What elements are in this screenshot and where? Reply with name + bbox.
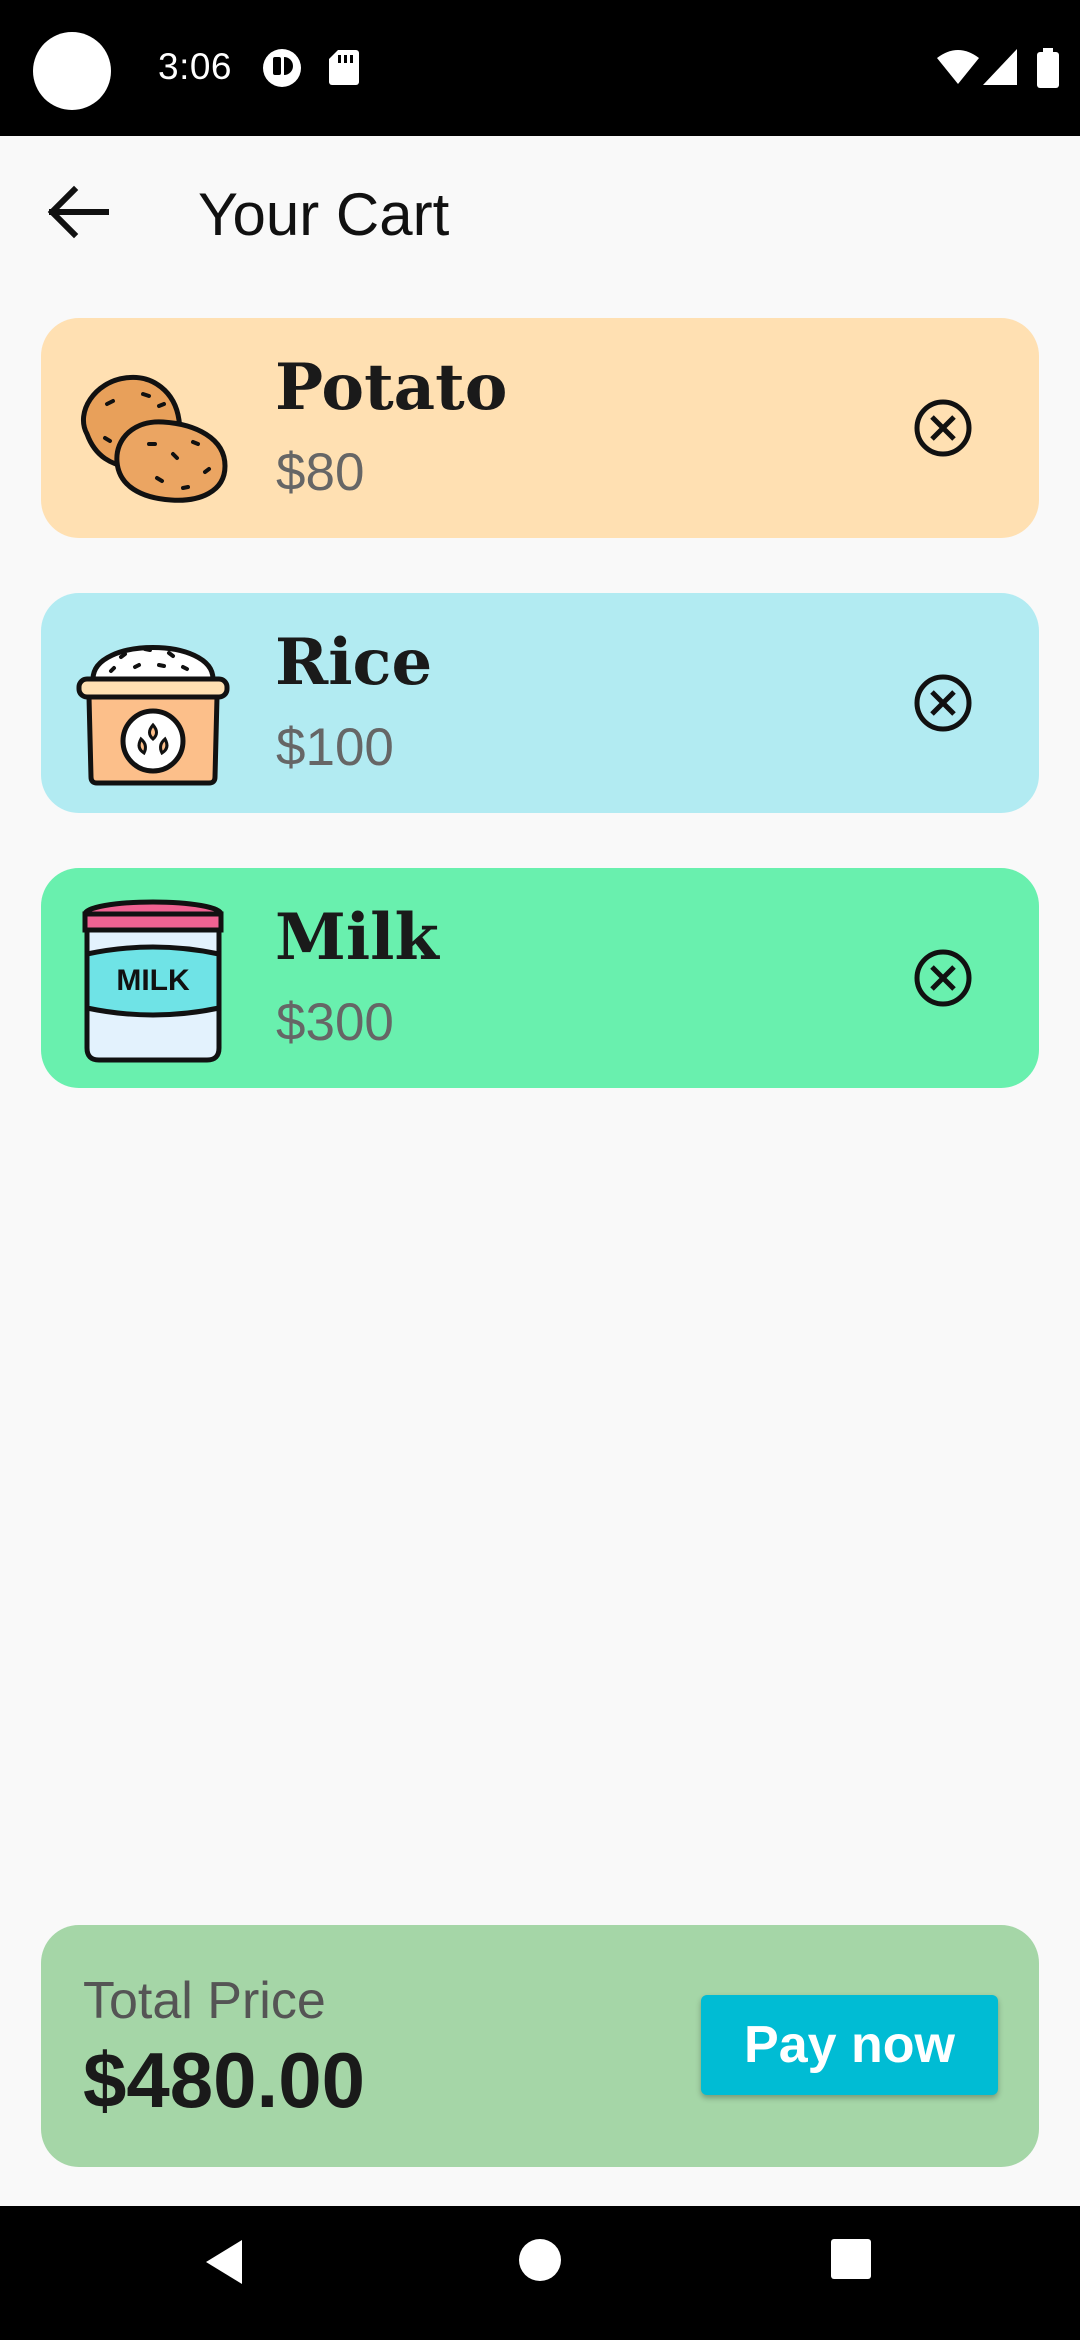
total-value: $480.00 [83, 2036, 365, 2124]
back-triangle-icon[interactable] [204, 2238, 244, 2286]
item-price: $300 [276, 993, 394, 1052]
arrow-left-icon[interactable] [40, 182, 116, 242]
close-circle-icon[interactable] [911, 671, 975, 735]
wifi-icon [937, 50, 979, 84]
app-bar: Your Cart [0, 136, 1080, 288]
camera-cutout [33, 32, 111, 110]
cart-item-rice[interactable]: Rice $100 [41, 593, 1039, 813]
sd-card-icon [329, 50, 359, 85]
status-bar: 3:06 [0, 0, 1080, 136]
rice-sack-icon [76, 645, 230, 786]
close-circle-icon[interactable] [911, 396, 975, 460]
cart-item-potato[interactable]: Potato $80 [41, 318, 1039, 538]
cart-item-milk[interactable]: MILK Milk $300 [41, 868, 1039, 1088]
item-name: Milk [275, 900, 439, 975]
item-name: Rice [275, 625, 433, 700]
notification-icon [263, 49, 301, 87]
close-circle-icon[interactable] [911, 946, 975, 1010]
navigation-bar [0, 2206, 1080, 2340]
milk-can-icon: MILK [82, 899, 224, 1063]
home-circle-icon[interactable] [518, 2238, 562, 2282]
device-frame: 3:06 Your Cart Potato $80 Rice $100 MILK… [0, 0, 1080, 2340]
page-title: Your Cart [198, 181, 450, 248]
battery-icon [1037, 48, 1059, 88]
cart-screen: Your Cart Potato $80 Rice $100 MILK Milk… [0, 136, 1080, 2206]
item-name: Potato [275, 350, 508, 425]
recents-square-icon[interactable] [830, 2238, 872, 2280]
item-price: $100 [276, 718, 394, 777]
milk-label-text: MILK [116, 964, 190, 997]
total-label: Total Price [83, 1972, 326, 2030]
status-time: 3:06 [158, 46, 233, 87]
total-panel: Total Price $480.00 Pay now [41, 1925, 1039, 2167]
signal-icon [983, 49, 1017, 85]
item-price: $80 [276, 443, 365, 502]
potato-icon [80, 374, 228, 503]
pay-now-button[interactable]: Pay now [701, 1995, 998, 2095]
